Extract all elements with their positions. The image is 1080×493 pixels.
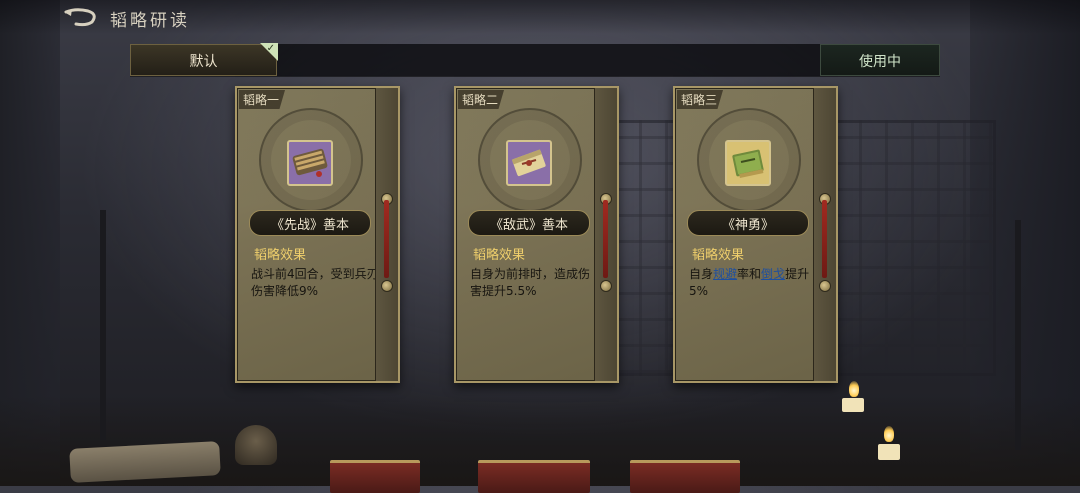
effect-text: 自身为前排时，造成伤害提升5.5% [470, 267, 591, 298]
card-tag: 韬略一 [239, 90, 286, 109]
strategy-card-3[interactable]: 韬略三 《神勇》 韬略效果 自身规避率和倒戈提升5% [673, 86, 838, 383]
rail-knob [600, 280, 612, 292]
effect-text: 战斗前4回合，受到兵刃伤害降低9% [251, 267, 379, 298]
book-prop [330, 460, 420, 493]
card-name: 《神勇》 [721, 218, 774, 233]
effect-text-mid: 率和 [737, 267, 762, 281]
card-name: 《先战》善本 [270, 218, 349, 233]
green-book-icon [725, 140, 771, 186]
card-side-rail [375, 88, 398, 381]
page-title: 韬略研读 [110, 11, 190, 31]
candle-flame-icon [849, 381, 859, 397]
card-side-rail [813, 88, 836, 381]
book-prop [630, 460, 740, 493]
in-use-label: 使用中 [859, 54, 901, 70]
rail-bar [384, 200, 389, 278]
lattice-window-right [830, 120, 996, 376]
tab-default-label: 默认 [189, 54, 218, 70]
rail-bar [822, 200, 827, 278]
in-use-button[interactable]: 使用中 [820, 44, 940, 76]
card-tag: 韬略二 [458, 90, 505, 109]
back-button[interactable] [62, 6, 102, 28]
effect-text-prefix: 自身 [689, 267, 714, 281]
card-tag: 韬略三 [677, 90, 724, 109]
candle-2 [878, 444, 900, 460]
top-bar: 韬略研读 [0, 0, 1080, 34]
book-prop [478, 460, 590, 493]
card-name-plate: 《先战》善本 [249, 210, 371, 236]
candelabra-right [1015, 220, 1021, 450]
effect-title: 韬略效果 [473, 248, 526, 263]
strategy-card-2[interactable]: 韬略二 《敌武》善本 韬略效果 自身为前排时，造成伤害提升5.5% [454, 86, 619, 383]
preset-tab-strip: 默认 ✓ 使用中 [130, 43, 940, 77]
candelabra-left [100, 210, 106, 440]
card-name-plate: 《敌武》善本 [468, 210, 590, 236]
rail-knob [381, 280, 393, 292]
purple-bamboo-scroll-icon [287, 140, 333, 186]
effect-title: 韬略效果 [254, 248, 307, 263]
effect-title: 韬略效果 [692, 248, 745, 263]
back-arrow-icon [64, 8, 96, 27]
strategy-card-1[interactable]: 韬略一 《先战》善本 韬略效果 战斗前4回合，受到兵刃伤害降低9% [235, 86, 400, 383]
card-name-plate: 《神勇》 [687, 210, 809, 236]
keyword-dodge-link[interactable]: 规避 [713, 267, 737, 281]
card-name: 《敌武》善本 [489, 218, 568, 233]
candle-1 [842, 398, 864, 412]
incense-burner [235, 425, 277, 465]
keyword-betrayal-link[interactable]: 倒戈 [761, 267, 785, 281]
tab-default[interactable]: 默认 ✓ [130, 43, 278, 76]
purple-book-scroll-icon [506, 140, 552, 186]
card-side-rail [594, 88, 617, 381]
effect-text: 自身规避率和倒戈提升5% [689, 266, 819, 300]
rail-bar [603, 200, 608, 278]
checkmark-icon: ✓ [266, 43, 275, 54]
rail-knob [819, 280, 831, 292]
candle-flame-icon [884, 426, 894, 442]
